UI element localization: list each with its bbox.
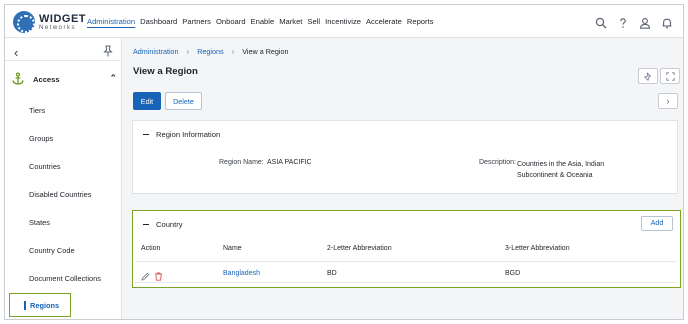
pin-icon <box>643 71 651 81</box>
chevron-up-icon[interactable]: ⌃ <box>109 73 117 84</box>
description-value: Countries in the Asia, Indian Subcontine… <box>517 161 605 179</box>
table-row: Bangladesh BD BGD <box>135 261 677 283</box>
pin-page-button[interactable] <box>638 68 658 84</box>
sidebar-item-disabled-countries[interactable]: Disabled Countries <box>29 190 91 199</box>
chevron-right-icon: › <box>666 96 670 106</box>
nav-onboard[interactable]: Onboard <box>216 17 246 26</box>
help-icon[interactable] <box>617 16 629 28</box>
chevron-right-icon: › <box>231 47 235 56</box>
country-name-link[interactable]: Bangladesh <box>223 270 260 277</box>
country-abbr2: BD <box>327 270 337 277</box>
app-window: WIDGET Networks Administration Dashboard… <box>4 4 684 320</box>
search-icon[interactable] <box>595 16 607 28</box>
delete-button[interactable]: Delete <box>165 92 202 110</box>
column-header-name: Name <box>223 245 242 252</box>
nav-sell[interactable]: Sell <box>307 17 320 26</box>
top-icons <box>595 5 673 38</box>
collapse-icon <box>143 223 149 226</box>
logo-title: WIDGET <box>39 13 86 25</box>
breadcrumb-regions[interactable]: Regions <box>197 47 223 56</box>
breadcrumb-current: View a Region <box>242 47 289 56</box>
sidebar-item-groups[interactable]: Groups <box>29 134 53 143</box>
sidebar-section-access[interactable]: Access ⌃ <box>11 72 117 88</box>
edit-pencil-icon[interactable] <box>141 268 150 281</box>
sidebar-section-label: Access <box>33 75 60 84</box>
sidebar-item-regions-label: Regions <box>30 301 60 310</box>
breadcrumb-administration[interactable]: Administration <box>133 47 179 56</box>
delete-trash-icon[interactable] <box>154 268 163 281</box>
fullscreen-button[interactable] <box>660 68 680 84</box>
collapse-sidebar-icon[interactable]: ‹ <box>14 45 18 60</box>
description-label: Description: <box>479 159 516 166</box>
sidebar-item-document-collections[interactable]: Document Collections <box>29 274 101 283</box>
add-country-button[interactable]: Add <box>641 216 673 231</box>
sidebar: ‹ Access ⌃ Tiers Groups Countries Disabl… <box>5 38 122 319</box>
country-title: Country <box>156 220 183 229</box>
active-indicator <box>24 301 26 310</box>
region-information-panel: Region Information Region Name: ASIA PAC… <box>132 120 678 194</box>
notification-icon[interactable] <box>661 16 673 28</box>
column-header-action: Action <box>141 245 161 252</box>
edit-button[interactable]: Edit <box>133 92 161 110</box>
region-information-header[interactable]: Region Information <box>143 130 220 139</box>
pin-icon[interactable] <box>103 44 113 57</box>
sidebar-divider <box>5 60 121 61</box>
breadcrumb: Administration › Regions › View a Region <box>133 47 288 56</box>
sidebar-item-states[interactable]: States <box>29 218 50 227</box>
collapse-icon <box>143 133 149 136</box>
sidebar-item-tiers[interactable]: Tiers <box>29 106 45 115</box>
nav-accelerate[interactable]: Accelerate <box>366 17 402 26</box>
sidebar-item-countries[interactable]: Countries <box>29 162 61 171</box>
column-header-3-letter: 3-Letter Abbreviation <box>505 245 570 252</box>
top-navigation-bar: WIDGET Networks Administration Dashboard… <box>5 5 683 38</box>
region-name-label: Region Name: <box>219 159 264 166</box>
logo-subtitle: Networks <box>39 25 77 31</box>
region-name-value: ASIA PACIFIC <box>267 159 312 166</box>
nav-market[interactable]: Market <box>279 17 302 26</box>
nav-partners[interactable]: Partners <box>182 17 211 26</box>
page-title: View a Region <box>133 66 198 77</box>
user-icon[interactable] <box>639 16 651 29</box>
sidebar-item-regions[interactable]: Regions <box>9 293 71 317</box>
widget-logo[interactable]: WIDGET Networks <box>13 11 86 33</box>
country-panel: Country Add Action Name 2-Letter Abbrevi… <box>132 210 681 288</box>
logo-mark-icon <box>13 11 35 33</box>
next-button[interactable]: › <box>658 93 678 109</box>
main-nav: Administration Dashboard Partners Onboar… <box>87 5 433 38</box>
column-header-2-letter: 2-Letter Abbreviation <box>327 245 392 252</box>
main-content: Administration › Regions › View a Region… <box>122 38 683 319</box>
nav-administration[interactable]: Administration <box>87 17 135 26</box>
sidebar-item-country-code[interactable]: Country Code <box>29 246 75 255</box>
country-abbr3: BGD <box>505 270 521 277</box>
fullscreen-icon <box>665 71 675 81</box>
region-information-title: Region Information <box>156 130 221 139</box>
nav-reports[interactable]: Reports <box>407 17 434 26</box>
chevron-right-icon: › <box>186 47 190 56</box>
anchor-icon <box>11 72 25 86</box>
nav-dashboard[interactable]: Dashboard <box>140 17 177 26</box>
nav-enable[interactable]: Enable <box>251 17 275 26</box>
country-header[interactable]: Country <box>143 220 183 229</box>
nav-incentivize[interactable]: Incentivize <box>325 17 361 26</box>
